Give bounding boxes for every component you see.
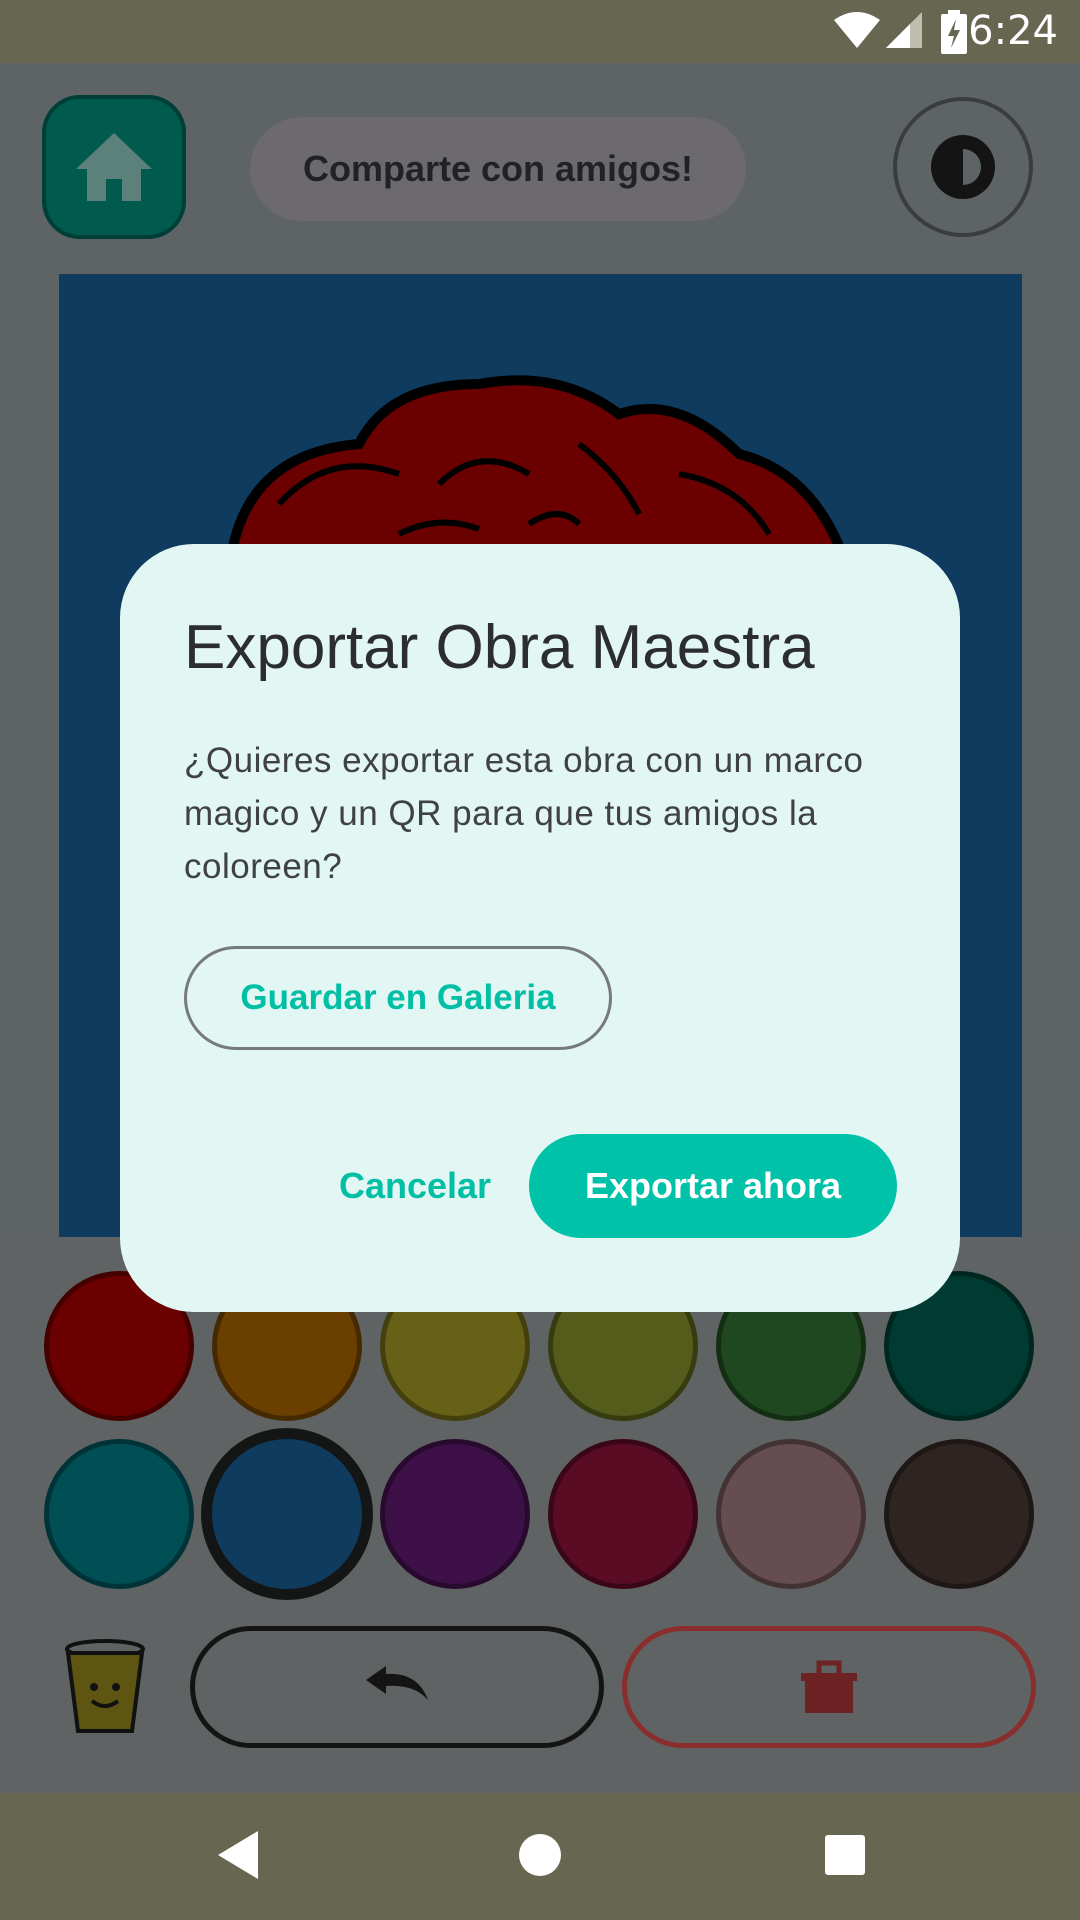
share-button[interactable]: Comparte con amigos! [250, 117, 746, 221]
battery-charging-icon [941, 10, 967, 54]
share-label: Comparte con amigos! [302, 148, 694, 189]
status-bar: 6:24 [0, 0, 1080, 63]
clear-canvas-button[interactable] [622, 1626, 1036, 1748]
color-swatch-crimson[interactable] [548, 1439, 698, 1589]
home-circle-icon[interactable] [517, 1827, 563, 1883]
dialog-message: ¿Quieres exportar esta obra con un marco… [184, 741, 864, 886]
paint-cup-icon[interactable] [64, 1639, 146, 1735]
save-to-gallery-button[interactable]: Guardar en Galeria [184, 946, 612, 1050]
export-dialog: Exportar Obra Maestra ¿Quieres exportar … [120, 544, 960, 1312]
color-swatch-blue-selected[interactable] [201, 1428, 373, 1600]
color-swatch-cyan[interactable] [44, 1439, 194, 1589]
wifi-icon [834, 12, 880, 48]
back-icon[interactable] [212, 1827, 262, 1883]
home-button[interactable] [42, 95, 186, 239]
cancel-label: Cancelar [338, 1165, 492, 1206]
system-nav-bar [0, 1793, 1080, 1920]
export-now-label: Exportar ahora [584, 1165, 842, 1206]
recents-icon[interactable] [822, 1827, 868, 1883]
trash-icon [801, 1660, 857, 1713]
home-icon [76, 133, 152, 201]
dialog-title: Exportar Obra Maestra [184, 613, 815, 682]
contrast-icon [931, 135, 995, 199]
status-time: 6:24 [968, 8, 1058, 54]
undo-icon [366, 1666, 428, 1700]
color-swatch-pink[interactable] [716, 1439, 866, 1589]
export-now-button[interactable]: Exportar ahora [529, 1134, 897, 1238]
undo-button[interactable] [190, 1626, 604, 1748]
color-swatch-brown[interactable] [884, 1439, 1034, 1589]
cancel-button[interactable]: Cancelar [310, 1134, 520, 1238]
save-to-gallery-label: Guardar en Galeria [240, 978, 556, 1017]
color-swatch-purple[interactable] [380, 1439, 530, 1589]
cell-signal-icon [886, 12, 922, 48]
theme-toggle-button[interactable] [893, 97, 1033, 237]
